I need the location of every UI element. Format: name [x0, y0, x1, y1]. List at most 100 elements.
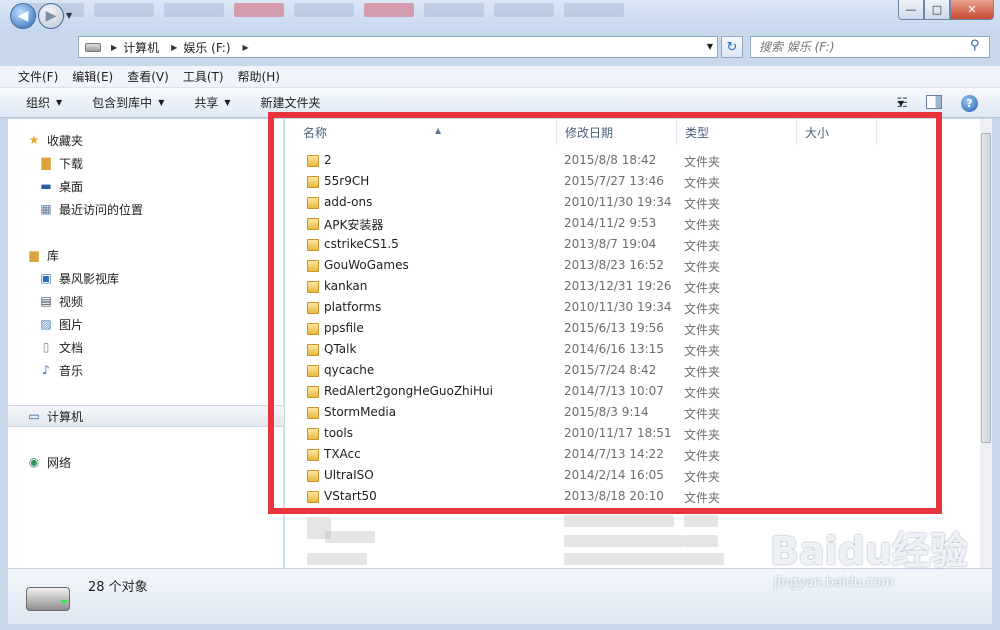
organize-button[interactable]: 组织 ▼ — [26, 94, 62, 111]
file-name: GouWoGames — [324, 258, 409, 272]
share-button[interactable]: 共享 ▼ — [194, 94, 230, 111]
nav-label: 暴风影视库 — [59, 271, 120, 286]
file-name: ppsfile — [324, 321, 364, 335]
file-row[interactable]: VStart50 2013/8/18 20:10 文件夹 — [285, 487, 980, 508]
file-row[interactable]: TXAcc 2014/7/13 14:22 文件夹 — [285, 445, 980, 466]
back-button[interactable]: ◀ — [10, 3, 36, 29]
file-row[interactable]: qycache 2015/7/24 8:42 文件夹 — [285, 361, 980, 382]
file-type: 文件夹 — [684, 428, 721, 442]
file-type: 文件夹 — [684, 407, 721, 421]
blurred-tab — [364, 3, 414, 17]
forward-button[interactable]: ▶ — [38, 3, 64, 29]
breadcrumb-computer[interactable]: 计算机 — [123, 39, 159, 56]
nav-favorites[interactable]: ★ 收藏夹 — [8, 129, 284, 151]
address-dropdown[interactable]: ▼ — [707, 42, 713, 51]
file-type: 文件夹 — [684, 302, 721, 316]
breadcrumb-drive[interactable]: 娱乐 (F:) — [183, 39, 230, 56]
file-row[interactable]: GouWoGames 2013/8/23 16:52 文件夹 — [285, 256, 980, 277]
search-input[interactable] — [750, 36, 990, 58]
item-count: 28 个对象 — [88, 580, 148, 595]
drive-icon — [26, 587, 70, 611]
nav-network[interactable]: ◉ 网络 — [8, 451, 284, 473]
scrollbar-thumb[interactable] — [981, 133, 991, 443]
baidu-watermark: Baidu经验 jingyan.baidu.com — [770, 520, 968, 590]
video-library-icon: ▣ — [40, 271, 52, 285]
file-date: 2013/12/31 19:26 — [564, 279, 672, 293]
star-icon: ★ — [28, 133, 40, 147]
file-row[interactable]: RedAlert2gongHeGuoZhiHui 2014/7/13 10:07 文… — [285, 382, 980, 403]
close-button[interactable]: ✕ — [950, 0, 994, 20]
refresh-button[interactable]: ↻ — [721, 36, 743, 58]
nav-computer[interactable]: ▭ 计算机 — [8, 405, 284, 427]
folder-icon — [307, 491, 319, 503]
include-library-button[interactable]: 包含到库中 ▼ — [92, 94, 164, 111]
nav-libraries[interactable]: ▆ 库 — [8, 244, 284, 266]
column-modified[interactable]: 修改日期 — [557, 119, 677, 145]
folder-icon — [307, 176, 319, 188]
file-date: 2010/11/30 19:34 — [564, 300, 672, 314]
help-icon[interactable]: ? — [961, 95, 978, 112]
menu-tools[interactable]: 工具(T) — [183, 68, 224, 85]
file-row[interactable]: platforms 2010/11/30 19:34 文件夹 — [285, 298, 980, 319]
nav-desktop[interactable]: ▬ 桌面 — [8, 175, 284, 197]
minimize-button[interactable]: — — [898, 0, 924, 20]
recent-pages-dropdown[interactable]: ▼ — [66, 11, 72, 20]
nav-documents[interactable]: ▯ 文档 — [8, 336, 284, 358]
file-date: 2010/11/17 18:51 — [564, 426, 672, 440]
file-row[interactable]: cstrikeCS1.5 2013/8/7 19:04 文件夹 — [285, 235, 980, 256]
file-type: 文件夹 — [684, 155, 721, 169]
file-date: 2013/8/7 19:04 — [564, 237, 657, 251]
file-row[interactable]: QTalk 2014/6/16 13:15 文件夹 — [285, 340, 980, 361]
organize-label: 组织 — [26, 96, 51, 110]
blurred-tab — [564, 3, 624, 17]
file-row[interactable]: UltraISO 2014/2/14 16:05 文件夹 — [285, 466, 980, 487]
file-date: 2015/8/8 18:42 — [564, 153, 657, 167]
column-type[interactable]: 类型 — [677, 119, 797, 145]
file-name: 2 — [324, 153, 332, 167]
file-name: RedAlert2gongHeGuoZhiHui — [324, 384, 493, 398]
vertical-scrollbar[interactable] — [980, 119, 992, 568]
nav-music[interactable]: ♪ 音乐 — [8, 359, 284, 381]
preview-pane-icon[interactable] — [926, 95, 942, 109]
file-row[interactable]: add-ons 2010/11/30 19:34 文件夹 — [285, 193, 980, 214]
file-type: 文件夹 — [684, 197, 721, 211]
maximize-button[interactable]: □ — [924, 0, 950, 20]
menu-help[interactable]: 帮助(H) — [238, 68, 280, 85]
folder-download-icon: ▇ — [41, 156, 51, 170]
chevron-right-icon: ▶ — [242, 42, 249, 52]
file-row[interactable]: 2 2015/8/8 18:42 文件夹 — [285, 151, 980, 172]
refresh-icon: ↻ — [726, 39, 738, 55]
file-row[interactable]: StormMedia 2015/8/3 9:14 文件夹 — [285, 403, 980, 424]
music-note-icon: ♪ — [42, 363, 50, 377]
new-folder-button[interactable]: 新建文件夹 — [261, 94, 321, 111]
nav-pictures[interactable]: ▨ 图片 — [8, 313, 284, 335]
file-row[interactable]: tools 2010/11/17 18:51 文件夹 — [285, 424, 980, 445]
file-type: 文件夹 — [684, 449, 721, 463]
file-row[interactable]: 55r9CH 2015/7/27 13:46 文件夹 — [285, 172, 980, 193]
address-bar[interactable]: ▶ 计算机 ▶ 娱乐 (F:) ▶ ▼ — [78, 36, 718, 58]
file-date: 2010/11/30 19:34 — [564, 195, 672, 209]
nav-label: 最近访问的位置 — [59, 202, 144, 217]
nav-downloads[interactable]: ▇ 下载 — [8, 152, 284, 174]
file-row[interactable]: kankan 2013/12/31 19:26 文件夹 — [285, 277, 980, 298]
file-name: TXAcc — [324, 447, 361, 461]
menu-file[interactable]: 文件(F) — [18, 68, 58, 85]
document-icon: ▯ — [42, 340, 50, 354]
sort-ascending-icon: ▲ — [435, 126, 442, 135]
file-date: 2013/8/18 20:10 — [564, 489, 664, 503]
file-type: 文件夹 — [684, 365, 721, 379]
column-size[interactable]: 大小 — [797, 119, 877, 145]
nav-storm-video[interactable]: ▣ 暴风影视库 — [8, 267, 284, 289]
file-name: tools — [324, 426, 353, 440]
file-row[interactable]: APK安装器 2014/11/2 9:53 文件夹 — [285, 214, 980, 235]
column-name[interactable]: 名称 ▲ — [295, 119, 557, 145]
menu-edit[interactable]: 编辑(E) — [72, 68, 113, 85]
file-name: add-ons — [324, 195, 373, 209]
nav-videos[interactable]: ▤ 视频 — [8, 290, 284, 312]
search-icon[interactable]: ⚲ — [970, 38, 980, 53]
chevron-down-icon[interactable]: ▼ — [898, 99, 904, 108]
file-date: 2014/6/16 13:15 — [564, 342, 664, 356]
menu-view[interactable]: 查看(V) — [127, 68, 169, 85]
file-row[interactable]: ppsfile 2015/6/13 19:56 文件夹 — [285, 319, 980, 340]
nav-recent[interactable]: ▦ 最近访问的位置 — [8, 198, 284, 220]
